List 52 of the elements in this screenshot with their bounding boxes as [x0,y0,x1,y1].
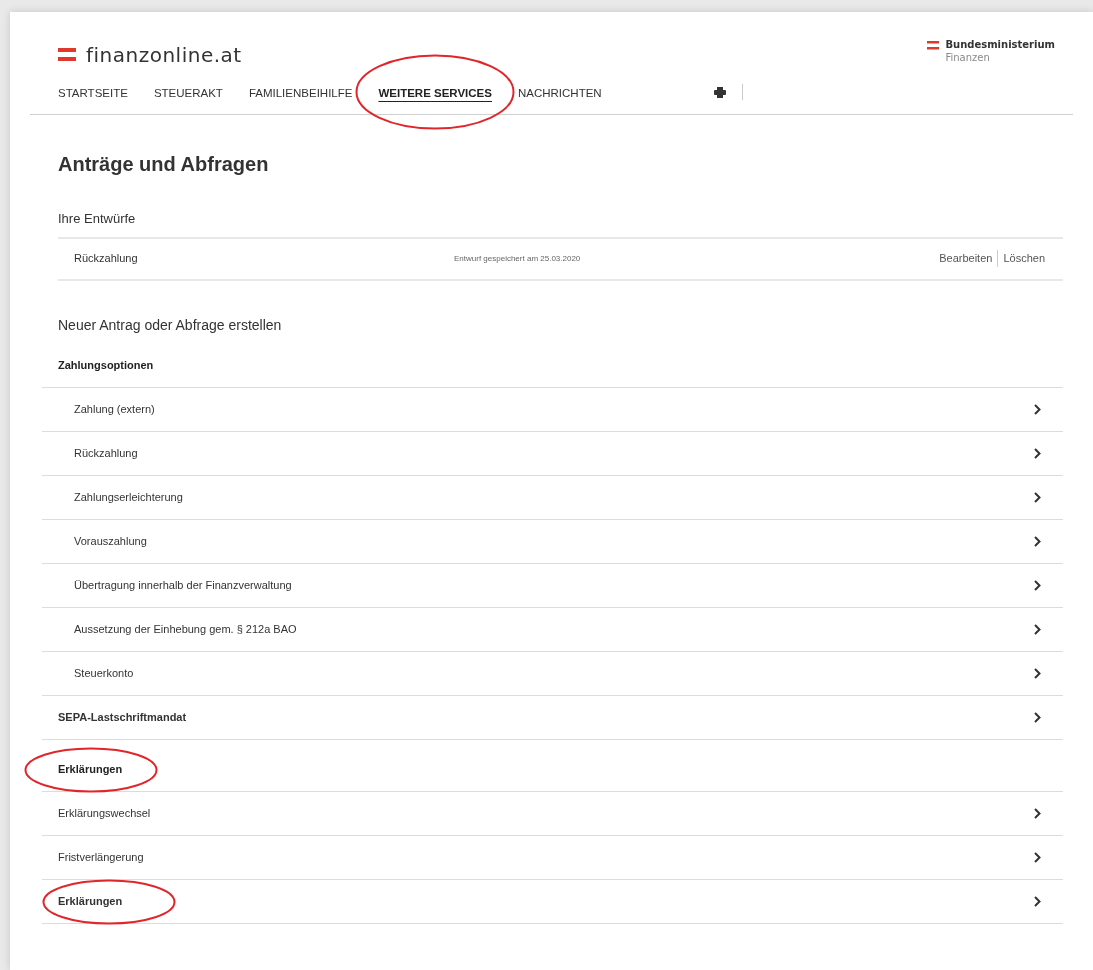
nav-tab[interactable]: STARTSEITE [58,87,128,99]
draft-action-link[interactable]: Löschen [997,250,1045,267]
list-row[interactable]: Erklärungen [42,879,1063,924]
chevron-right-icon [1034,895,1041,907]
row-label: Vorauszahlung [74,533,147,549]
row-label: SEPA-Lastschriftmandat [58,709,187,725]
list-row[interactable]: Fristverlängerung [42,835,1063,880]
chevron-right-icon [1034,535,1041,547]
site-logo[interactable]: finanzonline.at [86,40,242,70]
list-row[interactable]: Vorauszahlung [42,519,1063,564]
chevron-right-icon [1034,623,1041,635]
nav-tab[interactable]: NACHRICHTEN [517,87,602,99]
row-label: Steuerkonto [74,665,134,681]
chevron-right-icon [1034,491,1041,503]
ministry-name: Bundesministerium [945,38,1055,51]
list-row[interactable]: Erklärungswechsel [42,791,1063,836]
draft-action-link[interactable]: Bearbeiten [939,250,993,267]
list-row[interactable]: Aussetzung der Einhebung gem. § 212a BAO [42,607,1063,652]
nav-tab[interactable]: WEITERE SERVICES [378,87,492,99]
section-heading: Ihre Entwürfe [58,210,137,228]
list-row[interactable]: SEPA-Lastschriftmandat [42,695,1063,740]
section-heading: Zahlungsoptionen [58,357,154,373]
chevron-right-icon [1034,667,1041,679]
row-label: Übertragung innerhalb der Finanzverwaltung [74,577,292,593]
row-label: Zahlungserleichterung [74,489,183,505]
nav-tab[interactable]: STEUERAKT [153,87,223,99]
page-title: Anträge und Abfragen [58,152,270,177]
row-label: Zahlung (extern) [74,401,155,417]
list-row[interactable]: Rückzahlung [42,431,1063,476]
section-heading: Erklärungen [58,761,123,777]
chevron-right-icon [1034,403,1041,415]
row-label: Aussetzung der Einhebung gem. § 212a BAO [74,621,297,637]
draft-saved-date: Entwurf gespeichert am 25.03.2020 [454,252,582,265]
nav-tab[interactable]: FAMILIENBEIHILFE [248,87,353,99]
row-label: Rückzahlung [74,445,138,461]
section-heading: Neuer Antrag oder Abfrage erstellen [58,315,283,335]
chevron-right-icon [1034,711,1041,723]
draft-name: Rückzahlung [74,251,139,267]
chevron-right-icon [1034,447,1041,459]
flag-logo-icon [58,48,76,62]
chevron-right-icon [1034,851,1041,863]
list-row[interactable]: Zahlung (extern) [42,387,1063,432]
list-row[interactable]: Zahlungserleichterung [42,475,1063,520]
list-row[interactable]: Steuerkonto [42,651,1063,696]
ministry-subtitle: Finanzen [945,51,991,64]
row-label: Erklärungen [58,893,123,909]
row-label: Erklärungswechsel [58,805,151,821]
row-label: Fristverlängerung [58,849,144,865]
chevron-right-icon [1034,807,1041,819]
list-row[interactable]: Übertragung innerhalb der Finanzverwaltung [42,563,1063,608]
flag-logo-icon [927,41,940,50]
chevron-right-icon [1034,579,1041,591]
